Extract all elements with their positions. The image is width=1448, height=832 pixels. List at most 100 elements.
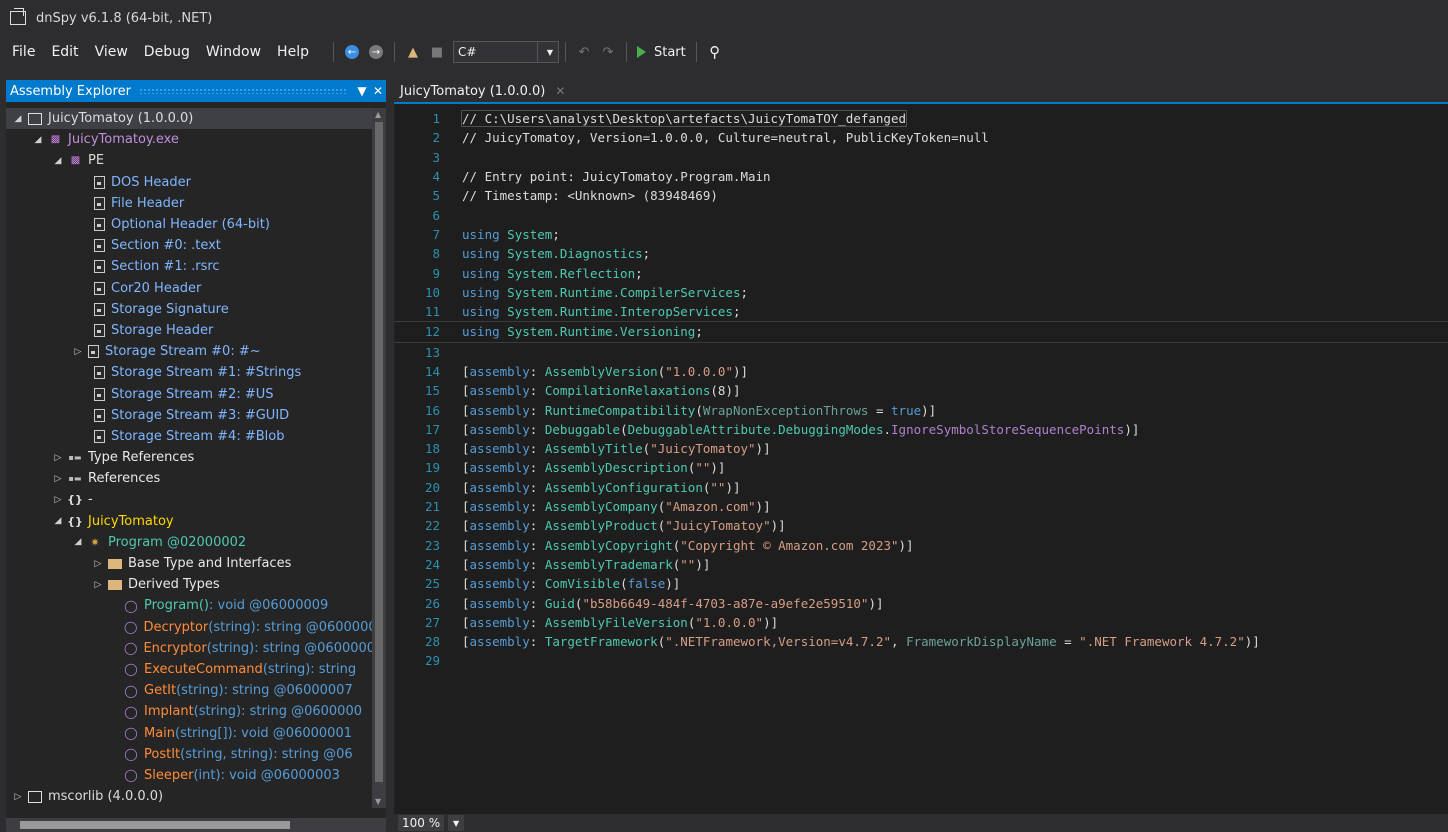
code-line: 15 [assembly: CompilationRelaxations(8)]	[394, 381, 1448, 400]
expanded-arrow-icon[interactable]: ◢	[32, 135, 44, 145]
private-method-icon: ◯	[124, 726, 138, 741]
tree-node-optional-header[interactable]: Optional Header (64-bit)	[6, 214, 372, 235]
redo-icon: ↷	[602, 44, 614, 60]
tree-node-class-program[interactable]: ◢ ✷ Program @02000002	[6, 532, 372, 553]
tree-node-section-rsrc[interactable]: Section #1: .rsrc	[6, 256, 372, 277]
tree-node-storage-header[interactable]: Storage Header	[6, 320, 372, 341]
menu-window[interactable]: Window	[198, 44, 269, 60]
menu-file[interactable]: File	[4, 44, 43, 60]
tree-node-label: Section #0: .text	[111, 238, 221, 254]
tree-node-label: Storage Stream #2: #US	[111, 386, 274, 402]
tree-node-method[interactable]: ◯ Program() : void @06000009	[6, 595, 372, 616]
undo-button[interactable]: ↶	[576, 44, 592, 60]
code-text: using System.Runtime.Versioning;	[462, 324, 703, 340]
method-name: Implant	[144, 704, 194, 720]
tree-node-method[interactable]: ◯ Main (string[]) : void @06000001	[6, 722, 372, 743]
expanded-arrow-icon[interactable]: ◢	[52, 516, 64, 526]
method-args: (string)	[262, 661, 311, 677]
tree-node-method[interactable]: ◯ GetIt (string) : string @06000007	[6, 680, 372, 701]
collapsed-arrow-icon[interactable]: ▷	[52, 495, 64, 505]
language-select[interactable]: C# ▼	[452, 41, 559, 63]
tree-node-method[interactable]: ◯ ExecuteCommand (string) : string	[6, 659, 372, 680]
start-debug-button[interactable]: Start	[636, 45, 686, 60]
panel-menu-icon[interactable]: ▼	[354, 84, 370, 98]
tree-node-storage-stream-4[interactable]: Storage Stream #4: #Blob	[6, 426, 372, 447]
zoom-level[interactable]: 100 %	[398, 815, 445, 831]
tree-node-references[interactable]: ▷ ▪▬ References	[6, 468, 372, 489]
search-button[interactable]: ⚲	[707, 43, 723, 61]
tree-node-base-types[interactable]: ▷ Base Type and Interfaces	[6, 553, 372, 574]
code-text: [assembly: AssemblyCompany("Amazon.com")…	[462, 499, 771, 515]
tree-node-label: Optional Header (64-bit)	[111, 217, 270, 233]
tree-node-type-references[interactable]: ▷ ▪▬ Type References	[6, 447, 372, 468]
assembly-explorer-panel: Assembly Explorer ▼ ✕ ◢ JuicyTomatoy (1.…	[6, 80, 386, 832]
tree-node-label: DOS Header	[111, 174, 191, 190]
tree-node-storage-stream-1[interactable]: Storage Stream #1: #Strings	[6, 362, 372, 383]
collapsed-arrow-icon[interactable]: ▷	[52, 474, 64, 484]
explorer-horizontal-scrollbar[interactable]	[6, 818, 386, 832]
tree-node-derived-types[interactable]: ▷ Derived Types	[6, 574, 372, 595]
explorer-vertical-scrollbar[interactable]: ▲ ▼	[372, 108, 386, 808]
menu-debug[interactable]: Debug	[136, 44, 198, 60]
save-all-button[interactable]: ■	[429, 44, 445, 60]
tree-node-storage-stream-2[interactable]: Storage Stream #2: #US	[6, 383, 372, 404]
code-line: 16 [assembly: RuntimeCompatibility(WrapNo…	[394, 400, 1448, 419]
tree-node-module[interactable]: ◢ ▩ JuicyTomatoy.exe	[6, 129, 372, 150]
expanded-arrow-icon[interactable]: ◢	[72, 537, 84, 547]
tree-node-storage-stream-0[interactable]: ▷ Storage Stream #0: #~	[6, 341, 372, 362]
code-line: 20 [assembly: AssemblyConfiguration("")]	[394, 478, 1448, 497]
tree-node-file-header[interactable]: File Header	[6, 193, 372, 214]
scroll-up-icon[interactable]: ▲	[375, 110, 381, 119]
expanded-arrow-icon[interactable]: ◢	[12, 114, 24, 124]
navigate-back-button[interactable]: ←	[344, 44, 360, 60]
menu-view[interactable]: View	[87, 44, 136, 60]
tree-node-method[interactable]: ◯ Implant (string) : string @0600000	[6, 701, 372, 722]
tree-node-storage-signature[interactable]: Storage Signature	[6, 299, 372, 320]
redo-button[interactable]: ↷	[600, 44, 616, 60]
panel-drag-grip[interactable]	[138, 88, 346, 94]
menu-edit[interactable]: Edit	[43, 44, 86, 60]
menu-help[interactable]: Help	[269, 44, 317, 60]
tree-node-namespace-juicytomatoy[interactable]: ◢{} JuicyTomatoy	[6, 511, 372, 532]
code-line: 26 [assembly: Guid("b58b6649-484f-4703-a8…	[394, 593, 1448, 612]
chevron-down-icon[interactable]: ▼	[448, 815, 465, 831]
collapsed-arrow-icon[interactable]: ▷	[52, 453, 64, 463]
code-editor[interactable]: 1 // C:\Users\analyst\Desktop\artefacts\J…	[394, 102, 1448, 816]
scrollbar-thumb[interactable]	[20, 821, 290, 829]
line-number: 2	[432, 130, 440, 146]
tree-node-dos-header[interactable]: DOS Header	[6, 172, 372, 193]
code-text: // Timestamp: <Unknown> (83948469)	[462, 188, 718, 204]
tree-node-label: Derived Types	[128, 577, 220, 593]
scroll-down-icon[interactable]: ▼	[375, 797, 381, 806]
tree-node-assembly[interactable]: ◢ JuicyTomatoy (1.0.0.0)	[6, 108, 372, 130]
tree-node-section-text[interactable]: Section #0: .text	[6, 235, 372, 256]
navigate-forward-button[interactable]: →	[368, 44, 384, 60]
close-icon[interactable]: ✕	[370, 84, 386, 98]
collapsed-arrow-icon[interactable]: ▷	[12, 792, 24, 802]
tree-node-empty-namespace[interactable]: ▷{} -	[6, 489, 372, 510]
code-line: 29	[394, 651, 1448, 670]
tree-node-method[interactable]: ◯ Sleeper (int) : void @06000003	[6, 765, 372, 786]
open-button[interactable]: ▲	[405, 44, 421, 60]
panel-splitter[interactable]	[386, 80, 394, 832]
tree-node-label: JuicyTomatoy	[88, 513, 174, 529]
tree-node-method[interactable]: ◯ PostIt (string, string) : string @06	[6, 744, 372, 765]
tree-node-pe[interactable]: ◢ ▩ PE	[6, 150, 372, 171]
collapsed-arrow-icon[interactable]: ▷	[72, 347, 84, 357]
scrollbar-thumb[interactable]	[375, 122, 383, 782]
line-number: 15	[424, 383, 440, 399]
tree-node-storage-stream-3[interactable]: Storage Stream #3: #GUID	[6, 405, 372, 426]
collapsed-arrow-icon[interactable]: ▷	[92, 559, 104, 569]
tab-juicytomatoy[interactable]: JuicyTomatoy (1.0.0.0) ✕	[394, 80, 578, 104]
method-name: Sleeper	[144, 767, 194, 783]
method-signature: : string @0600000	[255, 619, 372, 635]
collapsed-arrow-icon[interactable]: ▷	[92, 580, 104, 590]
tree-node-method[interactable]: ◯ Encryptor (string) : string @0600000	[6, 638, 372, 659]
code-text: using System.Diagnostics;	[462, 246, 651, 262]
close-icon[interactable]: ✕	[555, 84, 565, 98]
tree-node-mscorlib[interactable]: ▷ mscorlib (4.0.0.0)	[6, 786, 372, 807]
tree-node-method[interactable]: ◯ Decryptor (string) : string @0600000	[6, 617, 372, 638]
expanded-arrow-icon[interactable]: ◢	[52, 156, 64, 166]
tree-node-cor20-header[interactable]: Cor20 Header	[6, 278, 372, 299]
code-line: 23 [assembly: AssemblyCopyright("Copyrigh…	[394, 536, 1448, 555]
